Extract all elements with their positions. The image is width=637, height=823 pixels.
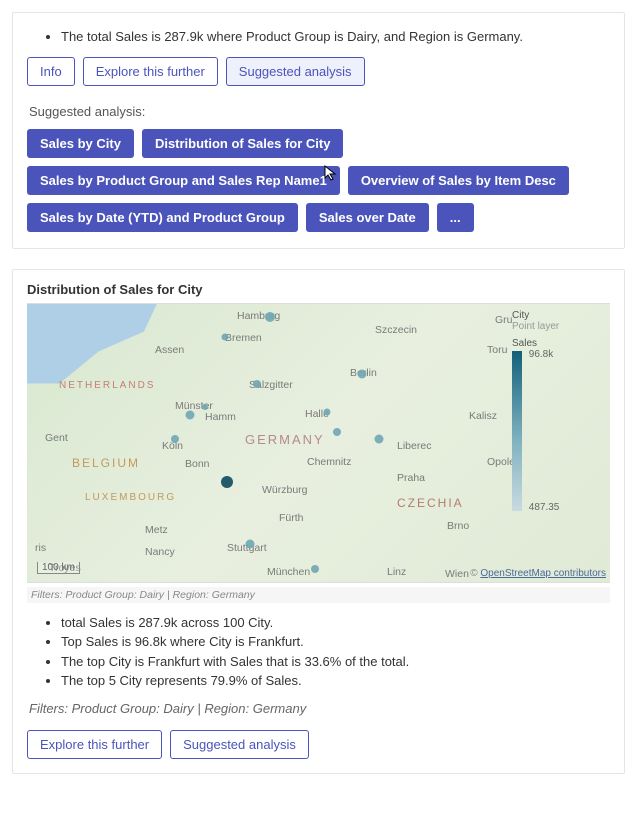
map-label: Metz bbox=[145, 524, 168, 536]
map-label: Bonn bbox=[185, 458, 210, 470]
analysis-bullet: Top Sales is 96.8k where City is Frankfu… bbox=[61, 632, 610, 652]
map-point[interactable] bbox=[186, 410, 195, 419]
chip-distribution-sales-city[interactable]: Distribution of Sales for City bbox=[142, 129, 344, 158]
map-label: Gru bbox=[495, 314, 513, 326]
chip-sales-over-date[interactable]: Sales over Date bbox=[306, 203, 429, 232]
action-row: Info Explore this further Suggested anal… bbox=[27, 57, 610, 86]
insight-card: The total Sales is 287.9k where Product … bbox=[12, 12, 625, 249]
suggested-analysis-label: Suggested analysis: bbox=[29, 104, 610, 119]
chip-sales-date-ytd-prodgroup[interactable]: Sales by Date (YTD) and Product Group bbox=[27, 203, 298, 232]
map-point[interactable] bbox=[311, 565, 319, 573]
map-label: München bbox=[267, 566, 310, 578]
chip-sales-by-city[interactable]: Sales by City bbox=[27, 129, 134, 158]
map-point[interactable] bbox=[171, 435, 179, 443]
map-point[interactable] bbox=[375, 434, 384, 443]
map-label: NETHERLANDS bbox=[59, 380, 155, 391]
suggested-chips: Sales by City Distribution of Sales for … bbox=[27, 129, 610, 232]
osm-link[interactable]: OpenStreetMap contributors bbox=[480, 568, 606, 579]
analysis-bullet: The top City is Frankfurt with Sales tha… bbox=[61, 652, 610, 672]
map-label: CZECHIA bbox=[397, 496, 464, 510]
legend-gradient bbox=[512, 351, 522, 511]
map-label: Kalisz bbox=[469, 410, 497, 422]
map-point[interactable] bbox=[358, 369, 367, 378]
map-filters-small: Filters: Product Group: Dairy | Region: … bbox=[27, 587, 610, 603]
analysis-filters: Filters: Product Group: Dairy | Region: … bbox=[29, 701, 610, 716]
map-label: Praha bbox=[397, 472, 425, 484]
explore-further-button[interactable]: Explore this further bbox=[27, 730, 162, 759]
insight-bullets: The total Sales is 287.9k where Product … bbox=[27, 27, 610, 47]
analysis-action-row: Explore this further Suggested analysis bbox=[27, 730, 610, 759]
map-point[interactable] bbox=[265, 312, 275, 322]
map-label: Liberec bbox=[397, 440, 431, 452]
map-label: BELGIUM bbox=[72, 456, 140, 470]
explore-further-button[interactable]: Explore this further bbox=[83, 57, 218, 86]
map-label: Bremen bbox=[225, 332, 262, 344]
map-label: Wien bbox=[445, 568, 469, 580]
chip-more[interactable]: ... bbox=[437, 203, 474, 232]
chip-sales-prodgroup-rep[interactable]: Sales by Product Group and Sales Rep Nam… bbox=[27, 166, 340, 195]
map-point-frankfurt[interactable] bbox=[221, 476, 233, 488]
map-point[interactable] bbox=[222, 333, 229, 340]
info-button[interactable]: Info bbox=[27, 57, 75, 86]
map-label: Assen bbox=[155, 344, 184, 356]
map-chart[interactable]: Hamburg Bremen Assen NETHERLANDS Münster… bbox=[27, 303, 610, 583]
map-label: Linz bbox=[387, 566, 406, 578]
insight-bullet: The total Sales is 287.9k where Product … bbox=[61, 27, 610, 47]
map-point[interactable] bbox=[253, 380, 261, 388]
suggested-analysis-button[interactable]: Suggested analysis bbox=[170, 730, 309, 759]
map-label: Brno bbox=[447, 520, 469, 532]
map-label: Würzburg bbox=[262, 484, 308, 496]
suggested-analysis-button[interactable]: Suggested analysis bbox=[226, 57, 365, 86]
analysis-card: Distribution of Sales for City Hamburg B… bbox=[12, 269, 625, 774]
map-point[interactable] bbox=[202, 404, 208, 410]
legend-min: 487.35 bbox=[529, 502, 560, 513]
map-label: Opole bbox=[487, 456, 515, 468]
chart-title: Distribution of Sales for City bbox=[27, 282, 610, 297]
map-label: Nancy bbox=[145, 546, 175, 558]
map-scale: 100 km bbox=[37, 562, 80, 574]
map-label: Chemnitz bbox=[307, 456, 351, 468]
map-point[interactable] bbox=[246, 539, 255, 548]
legend-layer-sub: Point layer bbox=[512, 321, 604, 332]
legend-max: 96.8k bbox=[529, 349, 553, 360]
map-label: ris bbox=[35, 542, 46, 554]
analysis-bullet: The top 5 City represents 79.9% of Sales… bbox=[61, 671, 610, 691]
map-attribution: © OpenStreetMap contributors bbox=[470, 568, 606, 579]
map-label: LUXEMBOURG bbox=[85, 492, 176, 503]
analysis-bullet: total Sales is 287.9k across 100 City. bbox=[61, 613, 610, 633]
map-label: Gent bbox=[45, 432, 68, 444]
analysis-bullets: total Sales is 287.9k across 100 City. T… bbox=[27, 613, 610, 691]
map-canvas: Hamburg Bremen Assen NETHERLANDS Münster… bbox=[27, 304, 505, 582]
map-point[interactable] bbox=[333, 428, 341, 436]
map-label: Hamm bbox=[205, 411, 236, 423]
map-label: Szczecin bbox=[375, 324, 417, 336]
map-label: Fürth bbox=[279, 512, 304, 524]
legend-measure: Sales bbox=[512, 338, 604, 349]
map-legend: City Point layer Sales 96.8k 487.35 bbox=[512, 310, 604, 511]
map-point[interactable] bbox=[324, 408, 331, 415]
map-label: GERMANY bbox=[245, 432, 325, 447]
chip-overview-sales-item[interactable]: Overview of Sales by Item Desc bbox=[348, 166, 569, 195]
legend-layer-title: City bbox=[512, 310, 604, 321]
map-label: Toru bbox=[487, 344, 507, 356]
